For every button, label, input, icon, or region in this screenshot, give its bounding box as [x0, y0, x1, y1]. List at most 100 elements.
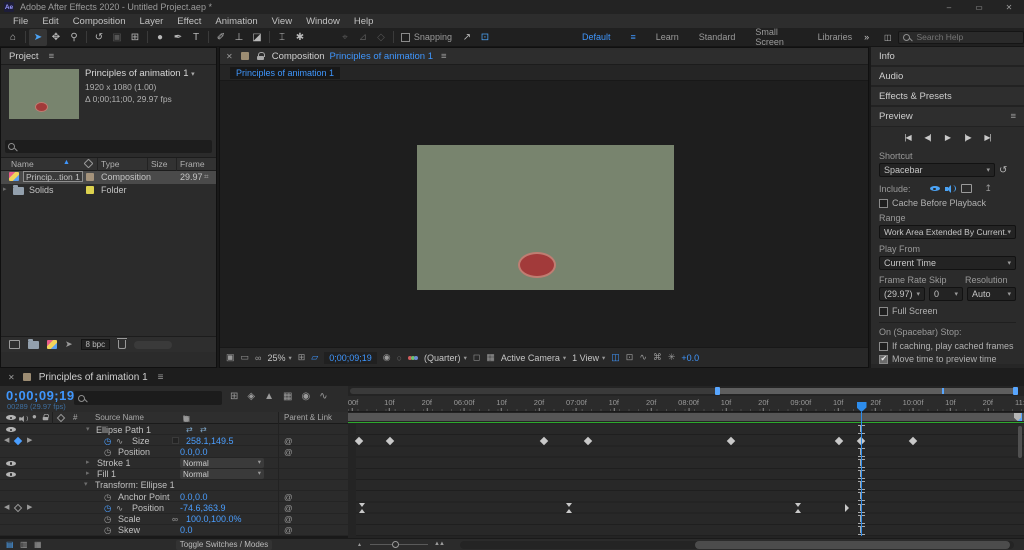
keyframe-eased[interactable] [359, 503, 366, 513]
cache-before-playback-checkbox[interactable] [879, 199, 888, 208]
row-ellipse-path[interactable]: ▾ Ellipse Path 1 ⇄ ⇄ [0, 424, 356, 435]
toggle-mask-icon[interactable]: ▱ [311, 352, 318, 363]
draft-3d-icon[interactable]: ◈ [247, 391, 255, 402]
keyframe-diamond[interactable] [584, 437, 592, 445]
project-panel-menu-icon[interactable]: ≡ [49, 51, 55, 62]
property-name[interactable]: Size [132, 436, 150, 446]
property-group-name[interactable]: Fill 1 [97, 469, 116, 479]
zoom-slider-knob[interactable] [392, 541, 399, 548]
shortcut-select[interactable]: Spacebar▾ [879, 163, 995, 177]
playhead-line[interactable] [861, 412, 862, 536]
blend-mode-select[interactable]: Normal▾ [180, 458, 264, 468]
project-search[interactable] [5, 140, 212, 153]
shape-tool[interactable]: ● [151, 29, 169, 46]
workspace-menu-icon[interactable]: ≡ [631, 32, 636, 42]
include-audio-icon[interactable] [945, 184, 956, 193]
camera-select[interactable]: Active Camera▾ [501, 353, 566, 363]
menu-window[interactable]: Window [299, 16, 347, 27]
property-group-name[interactable]: Transform: Ellipse 1 [95, 480, 175, 490]
item-name[interactable]: Princip...tion 1 [23, 171, 83, 182]
project-tab[interactable]: Project [9, 51, 39, 62]
menu-view[interactable]: View [265, 16, 299, 27]
menu-animation[interactable]: Animation [208, 16, 264, 27]
row-size[interactable]: ◀ ▶ ◷ ∿ Size 258.1,149.5 @ [0, 435, 356, 446]
keyframe-diamond[interactable] [909, 437, 917, 445]
stopwatch-icon[interactable]: ◷ [104, 492, 111, 502]
time-navigator-track[interactable] [350, 388, 1018, 394]
visibility-eye-icon[interactable] [6, 460, 16, 467]
row-scale[interactable]: ◷ Scale ∞ 100.0,100.0% @ [0, 514, 356, 525]
snapshot-icon[interactable]: ◉ [383, 352, 391, 363]
comp-tab[interactable]: Principles of animation 1 [230, 67, 340, 79]
pick-whip-icon[interactable]: @ [284, 514, 293, 524]
row-path-position[interactable]: ◷ Position 0.0,0.0 @ [0, 446, 356, 457]
hide-shy-icon[interactable]: ▲ [264, 391, 274, 402]
project-item-solids[interactable]: ▸ Solids Folder [1, 184, 216, 197]
full-screen-checkbox[interactable] [879, 307, 888, 316]
link-icon[interactable]: ∞ [172, 514, 178, 524]
selection-tool[interactable]: ➤ [29, 29, 47, 46]
preview-menu-icon[interactable]: ≡ [1010, 111, 1016, 122]
fast-previews-icon[interactable]: ⊡ [626, 352, 634, 363]
if-caching-checkbox[interactable] [879, 342, 888, 351]
prev-keyframe-icon[interactable]: ◀ [4, 436, 9, 446]
keyframe-half-diamond[interactable] [845, 504, 849, 512]
workspace-libraries[interactable]: Libraries [818, 32, 853, 42]
zoom-ratio-select[interactable]: 25%▾ [267, 353, 291, 363]
property-value[interactable]: 0.0 [180, 525, 193, 535]
row-stroke[interactable]: ▸ Stroke 1 Normal▾ [0, 458, 356, 469]
project-flowchart-pill[interactable] [134, 341, 172, 349]
expander-icon[interactable]: ▸ [86, 469, 90, 479]
timeline-vertical-scrollbar[interactable] [1018, 426, 1022, 458]
row-anchor-point[interactable]: ◷ Anchor Point 0.0,0.0 @ [0, 491, 356, 502]
visibility-eye-icon[interactable] [6, 471, 16, 478]
property-value[interactable]: 258.1,149.5 [186, 436, 234, 446]
property-value[interactable]: -74.6,363.9 [180, 503, 226, 513]
label-swatch[interactable] [86, 173, 94, 181]
type-tool[interactable]: T [187, 29, 205, 46]
mini-flowchart-icon[interactable]: ⊞ [230, 391, 238, 402]
timeline-button-icon[interactable]: ∿ [639, 352, 647, 363]
ellipse-shape[interactable] [518, 252, 556, 278]
project-comp-name[interactable]: Principles of animation 1 [85, 68, 189, 79]
clone-stamp-tool[interactable]: ⊥ [230, 29, 248, 46]
expand-inout-icon[interactable]: ▦ [34, 540, 42, 549]
prev-keyframe-icon[interactable]: ◀ [4, 503, 9, 513]
work-area-bar[interactable] [348, 413, 1024, 421]
path-direction-icon[interactable]: ⇄ [186, 425, 193, 435]
frame-blend-icon[interactable]: ▦ [283, 391, 292, 402]
roto-brush-tool[interactable]: ⌶ [273, 29, 291, 46]
tab-preview[interactable]: Preview ≡ [871, 107, 1024, 127]
keyframe-toggle-icon[interactable] [14, 504, 22, 512]
home-tool[interactable]: ⌂ [4, 29, 22, 46]
next-keyframe-icon[interactable]: ▶ [27, 436, 32, 446]
row-transform[interactable]: ▾ Transform: Ellipse 1 [0, 480, 356, 491]
play-from-select[interactable]: Current Time▾ [879, 256, 1016, 270]
navigator-start-handle[interactable] [715, 387, 720, 395]
view-layout-select[interactable]: 1 View▾ [572, 353, 605, 363]
grid-guides-icon[interactable]: ⊞ [298, 352, 306, 363]
workspace-small-screen[interactable]: Small Screen [755, 27, 797, 47]
expander-icon[interactable]: ▾ [84, 480, 88, 490]
timeline-h-scrollbar-thumb[interactable] [695, 541, 1010, 549]
keyframe-diamond[interactable] [355, 437, 363, 445]
stopwatch-icon[interactable]: ◷ [104, 447, 111, 457]
resolution-select[interactable]: (Quarter)▾ [424, 353, 467, 363]
search-settings-icon[interactable]: ◫ [879, 29, 896, 46]
stopwatch-icon[interactable]: ◷ [104, 525, 111, 535]
blend-mode-select[interactable]: Normal▾ [180, 469, 264, 479]
include-overlays-icon[interactable] [961, 184, 972, 193]
pick-whip-icon[interactable]: @ [284, 503, 293, 513]
skip-select[interactable]: 0▾ [929, 287, 963, 301]
brush-tool[interactable]: ✐ [212, 29, 230, 46]
interpret-footage-icon[interactable] [9, 340, 20, 349]
zoom-out-timeline-icon[interactable]: ▴ [358, 541, 361, 548]
expand-layer-switches-icon[interactable]: ▤ [6, 540, 14, 549]
timeline-tab[interactable]: Principles of animation 1 [39, 372, 148, 383]
timeline-timecode[interactable]: 0;00;09;19 [6, 388, 75, 403]
minimize-button[interactable]: – [934, 3, 964, 12]
col-type[interactable]: Type [101, 159, 119, 169]
keyframe-diamond[interactable] [540, 437, 548, 445]
graph-icon[interactable]: ∿ [116, 436, 123, 446]
keyframe-eased[interactable] [795, 503, 802, 513]
